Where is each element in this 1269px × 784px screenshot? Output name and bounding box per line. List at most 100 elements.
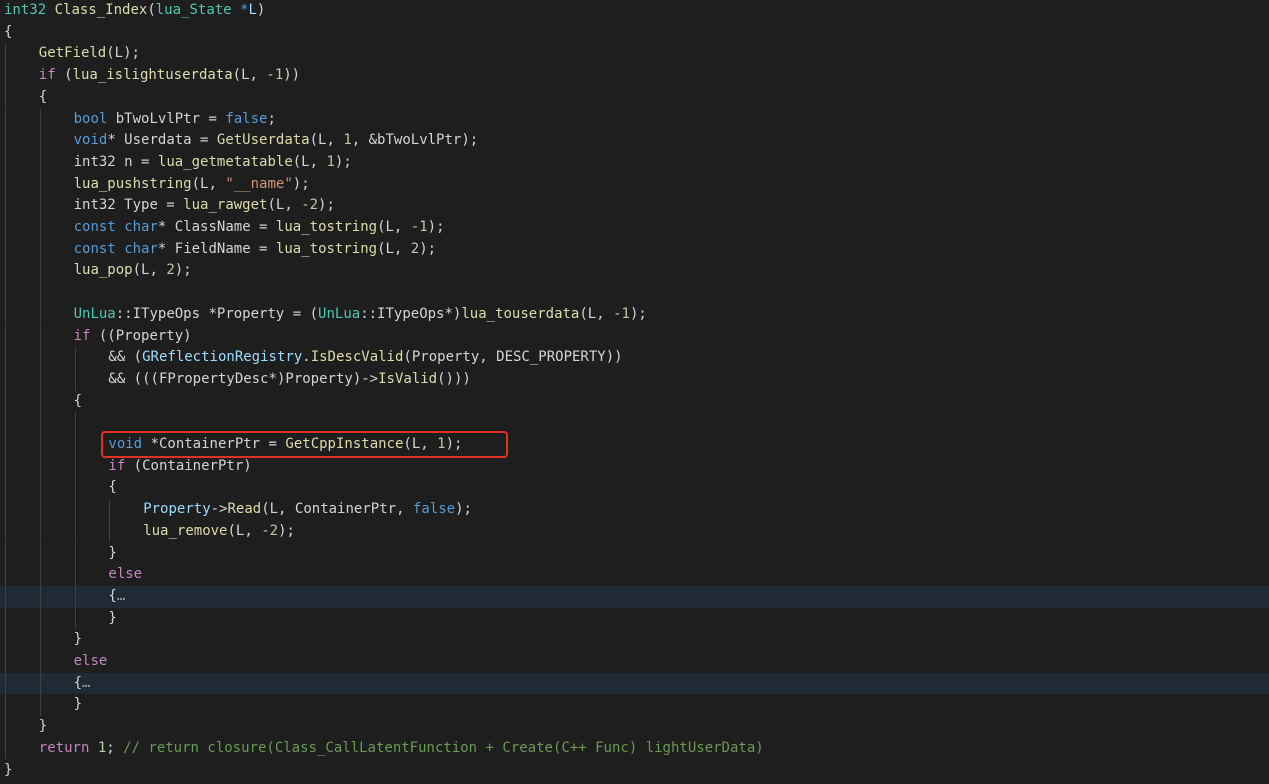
indent-guide bbox=[5, 607, 6, 630]
code-token: { bbox=[73, 674, 83, 691]
code-text: else bbox=[74, 651, 108, 673]
code-line[interactable]: int32 Class_Index(lua_State *L) bbox=[0, 0, 1269, 22]
indent-guide bbox=[39, 195, 41, 217]
code-token: int32 n = bbox=[73, 153, 158, 170]
indent-guide bbox=[5, 303, 6, 326]
code-token: } bbox=[73, 696, 83, 713]
code-line[interactable]: if ((Property) bbox=[0, 325, 1269, 348]
code-token: ())) bbox=[437, 370, 471, 387]
code-line[interactable]: { bbox=[0, 86, 1269, 109]
code-line[interactable]: return 1; // return closure(Class_CallLa… bbox=[0, 737, 1269, 760]
code-token: (L, bbox=[309, 132, 344, 149]
code-line[interactable]: UnLua::ITypeOps *Property = (UnLua::ITyp… bbox=[0, 303, 1269, 326]
code-line[interactable]: lua_pop(L, 2); bbox=[0, 260, 1269, 283]
code-token: const bbox=[73, 219, 116, 235]
code-line[interactable]: {… bbox=[0, 585, 1269, 608]
code-line[interactable]: { bbox=[0, 477, 1269, 500]
code-token: -2 bbox=[261, 522, 279, 539]
code-line[interactable]: && (GReflectionRegistry.IsDescValid(Prop… bbox=[0, 347, 1269, 369]
code-line[interactable]: { bbox=[0, 390, 1269, 413]
code-token: * Userdata = bbox=[107, 132, 217, 149]
code-text: { bbox=[108, 477, 116, 499]
code-text: if ((Property) bbox=[74, 326, 192, 348]
fold-ellipsis-icon[interactable]: … bbox=[117, 588, 125, 604]
code-token: IsValid bbox=[378, 370, 438, 387]
code-token: int32 Type = bbox=[73, 197, 184, 214]
code-token: . bbox=[302, 349, 311, 366]
code-token: GetUserdata bbox=[216, 132, 310, 149]
code-line[interactable]: const char* ClassName = lua_tostring(L, … bbox=[0, 217, 1269, 239]
code-line[interactable]: } bbox=[0, 716, 1269, 738]
code-text: && (GReflectionRegistry.IsDescValid(Prop… bbox=[108, 347, 622, 369]
indent-guide bbox=[5, 325, 6, 348]
indent-guide bbox=[5, 672, 6, 695]
code-line[interactable]: } bbox=[0, 694, 1269, 717]
indent-guide bbox=[39, 651, 41, 673]
code-token: Property bbox=[143, 501, 211, 518]
code-editor[interactable]: int32 Class_Index(lua_State *L){GetField… bbox=[0, 0, 1269, 784]
indent-guide bbox=[39, 629, 41, 651]
code-token: Class_Index bbox=[54, 2, 148, 18]
code-token: ; bbox=[106, 739, 124, 756]
code-line[interactable]: else bbox=[0, 651, 1269, 673]
indent-guide bbox=[74, 347, 76, 369]
indent-guide bbox=[74, 520, 76, 543]
code-token: -1 bbox=[410, 219, 428, 235]
highlight-box bbox=[101, 431, 508, 458]
code-line[interactable]: GetField(L); bbox=[0, 43, 1269, 66]
indent-guide bbox=[5, 455, 6, 478]
indent-guide bbox=[5, 716, 6, 738]
code-token: ); bbox=[278, 522, 295, 539]
indent-guide bbox=[5, 477, 6, 500]
indent-guide bbox=[39, 217, 41, 239]
code-token: lua_touserdata bbox=[461, 305, 580, 322]
code-token: void bbox=[73, 132, 108, 149]
indent-guide bbox=[39, 455, 41, 478]
code-line[interactable]: {… bbox=[0, 672, 1269, 695]
code-line[interactable]: } bbox=[0, 629, 1269, 651]
code-line[interactable]: if (lua_islightuserdata(L, -1)) bbox=[0, 65, 1269, 87]
code-line[interactable] bbox=[0, 282, 1269, 304]
code-token: lua_remove bbox=[143, 522, 228, 539]
code-line[interactable]: lua_remove(L, -2); bbox=[0, 520, 1269, 543]
code-token: * FieldName = bbox=[157, 240, 276, 257]
indent-guide bbox=[39, 672, 41, 695]
indent-guide bbox=[5, 43, 6, 66]
code-line[interactable]: } bbox=[0, 542, 1269, 565]
code-text: GetField(L); bbox=[39, 43, 140, 65]
code-token: char bbox=[124, 219, 158, 235]
code-text: lua_pop(L, 2); bbox=[74, 260, 192, 282]
code-token: return bbox=[38, 739, 90, 756]
code-line[interactable]: lua_pushstring(L, "__name"); bbox=[0, 173, 1269, 196]
indent-guide bbox=[74, 585, 76, 608]
code-token: ; bbox=[267, 110, 276, 127]
indent-guide bbox=[5, 217, 6, 239]
code-text: && (((FPropertyDesc*)Property)->IsValid(… bbox=[108, 369, 470, 391]
code-text: bool bTwoLvlPtr = false; bbox=[74, 109, 276, 131]
code-line[interactable]: const char* FieldName = lua_tostring(L, … bbox=[0, 238, 1269, 261]
code-line[interactable]: } bbox=[0, 760, 1269, 782]
code-line[interactable]: && (((FPropertyDesc*)Property)->IsValid(… bbox=[0, 368, 1269, 391]
code-line[interactable]: } bbox=[0, 607, 1269, 630]
code-line[interactable]: if (ContainerPtr) bbox=[0, 455, 1269, 478]
code-line[interactable]: Property->Read(L, ContainerPtr, false); bbox=[0, 499, 1269, 521]
code-text: int32 n = lua_getmetatable(L, 1); bbox=[74, 152, 352, 174]
code-token: else bbox=[108, 566, 143, 583]
code-line[interactable]: { bbox=[0, 22, 1269, 44]
code-line[interactable]: int32 Type = lua_rawget(L, -2); bbox=[0, 195, 1269, 217]
code-line[interactable]: bool bTwoLvlPtr = false; bbox=[0, 108, 1269, 131]
code-token: ); bbox=[318, 197, 335, 214]
code-token: if bbox=[108, 457, 126, 474]
code-line[interactable]: int32 n = lua_getmetatable(L, 1); bbox=[0, 151, 1269, 174]
code-token: } bbox=[108, 544, 117, 561]
code-token: { bbox=[73, 392, 83, 409]
code-text: int32 Class_Index(lua_State *L) bbox=[4, 0, 265, 22]
code-token: lua_pop bbox=[73, 262, 133, 279]
code-line[interactable]: else bbox=[0, 564, 1269, 586]
indent-guide bbox=[5, 434, 6, 456]
code-token: Read bbox=[227, 501, 262, 518]
indent-guide bbox=[5, 737, 6, 760]
fold-ellipsis-icon[interactable]: … bbox=[82, 675, 90, 691]
code-line[interactable]: void* Userdata = GetUserdata(L, 1, &bTwo… bbox=[0, 130, 1269, 152]
